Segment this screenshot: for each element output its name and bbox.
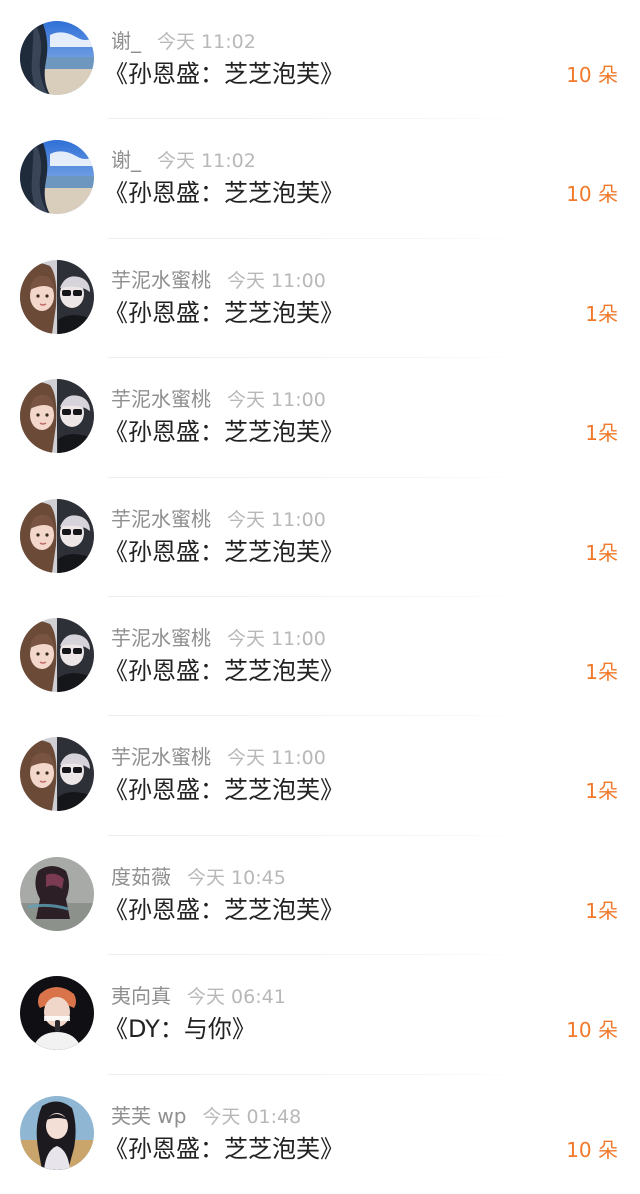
flower-count: 1朵	[585, 898, 618, 923]
flower-count: 10 朵	[566, 1018, 618, 1043]
song-title: 《孙恩盛：芝芝泡芙》	[104, 60, 344, 88]
avatar-image	[20, 617, 94, 692]
timestamp: 今天 01:48	[202, 1105, 302, 1128]
avatar[interactable]	[20, 856, 94, 931]
avatar-image	[20, 21, 94, 95]
timestamp: 今天 11:00	[227, 269, 326, 292]
timestamp: 今天 10:45	[187, 866, 286, 889]
item-meta: 芋泥水蜜桃 今天 11:00	[111, 267, 326, 293]
list-item[interactable]: 芙芙 wp 今天 01:48 《孙恩盛：芝芝泡芙》 10 朵	[0, 1075, 640, 1194]
avatar[interactable]	[20, 976, 94, 1051]
flower-count: 10 朵	[566, 63, 618, 87]
user-name[interactable]: 芋泥水蜜桃	[111, 387, 211, 411]
list-item[interactable]: 芋泥水蜜桃 今天 11:00 《孙恩盛：芝芝泡芙》 1朵	[0, 358, 640, 478]
user-name[interactable]: 夷向真	[111, 984, 171, 1008]
item-meta: 谢_ 今天 11:02	[111, 147, 256, 173]
avatar[interactable]	[20, 498, 94, 573]
song-title: 《DY：与你》	[104, 1015, 256, 1044]
timestamp: 今天 06:41	[187, 986, 286, 1009]
avatar[interactable]	[20, 21, 94, 95]
song-title: 《孙恩盛：芝芝泡芙》	[104, 418, 344, 447]
list-item[interactable]: 谢_ 今天 11:02 《孙恩盛：芝芝泡芙》 10 朵	[0, 0, 640, 120]
song-title: 《孙恩盛：芝芝泡芙》	[104, 179, 344, 208]
avatar-image	[20, 379, 94, 454]
list-item[interactable]: 芋泥水蜜桃 今天 11:00 《孙恩盛：芝芝泡芙》 1朵	[0, 478, 640, 597]
item-meta: 芋泥水蜜桃 今天 11:00	[111, 625, 326, 651]
item-meta: 芋泥水蜜桃 今天 11:00	[111, 744, 326, 770]
avatar[interactable]	[20, 1095, 94, 1170]
list-item[interactable]: 度茹薇 今天 10:45 《孙恩盛：芝芝泡芙》 1朵	[0, 836, 640, 956]
flower-count: 1朵	[585, 301, 618, 326]
item-meta: 夷向真 今天 06:41	[111, 983, 286, 1009]
gift-list: 谢_ 今天 11:02 《孙恩盛：芝芝泡芙》 10 朵 谢_ 今天 11:02 《孙…	[0, 0, 640, 1194]
avatar-image	[20, 856, 94, 931]
avatar-image	[20, 737, 94, 812]
avatar[interactable]	[20, 379, 94, 454]
user-name[interactable]: 谢_	[111, 29, 141, 53]
song-title: 《孙恩盛：芝芝泡芙》	[104, 776, 344, 805]
flower-count: 1朵	[585, 779, 618, 804]
user-name[interactable]: 芙芙 wp	[111, 1104, 186, 1128]
timestamp: 今天 11:00	[227, 508, 326, 531]
user-name[interactable]: 芋泥水蜜桃	[111, 268, 211, 292]
song-title: 《孙恩盛：芝芝泡芙》	[104, 298, 344, 327]
avatar[interactable]	[20, 737, 94, 812]
list-item[interactable]: 夷向真 今天 06:41 《DY：与你》 10 朵	[0, 955, 640, 1075]
avatar-image	[20, 1095, 94, 1170]
user-name[interactable]: 芋泥水蜜桃	[111, 745, 211, 769]
timestamp: 今天 11:00	[227, 747, 326, 770]
avatar[interactable]	[20, 617, 94, 692]
flower-count: 10 朵	[566, 182, 618, 207]
avatar-image	[20, 498, 94, 573]
flower-count: 1朵	[585, 421, 618, 446]
song-title: 《孙恩盛：芝芝泡芙》	[104, 537, 344, 566]
flower-count: 1朵	[585, 540, 618, 565]
item-meta: 谢_ 今天 11:02	[111, 28, 256, 54]
item-meta: 芋泥水蜜桃 今天 11:00	[111, 386, 326, 412]
user-name[interactable]: 芋泥水蜜桃	[111, 507, 211, 531]
song-title: 《孙恩盛：芝芝泡芙》	[104, 895, 344, 924]
user-name[interactable]: 谢_	[111, 148, 141, 172]
list-item[interactable]: 芋泥水蜜桃 今天 11:00 《孙恩盛：芝芝泡芙》 1朵	[0, 716, 640, 836]
list-item[interactable]: 芋泥水蜜桃 今天 11:00 《孙恩盛：芝芝泡芙》 1朵	[0, 239, 640, 359]
item-meta: 芙芙 wp 今天 01:48	[111, 1103, 301, 1129]
timestamp: 今天 11:02	[157, 150, 256, 173]
item-meta: 度茹薇 今天 10:45	[111, 864, 286, 890]
avatar[interactable]	[20, 140, 94, 215]
song-title: 《孙恩盛：芝芝泡芙》	[104, 656, 344, 685]
user-name[interactable]: 度茹薇	[111, 865, 171, 889]
song-title: 《孙恩盛：芝芝泡芙》	[104, 1134, 344, 1163]
list-item[interactable]: 芋泥水蜜桃 今天 11:00 《孙恩盛：芝芝泡芙》 1朵	[0, 597, 640, 717]
avatar-image	[20, 259, 94, 334]
flower-count: 10 朵	[566, 1137, 618, 1162]
timestamp: 今天 11:00	[227, 627, 326, 650]
flower-count: 1朵	[585, 659, 618, 684]
timestamp: 今天 11:00	[227, 389, 326, 412]
list-item[interactable]: 谢_ 今天 11:02 《孙恩盛：芝芝泡芙》 10 朵	[0, 119, 640, 239]
avatar-image	[20, 976, 94, 1051]
timestamp: 今天 11:02	[157, 31, 256, 53]
user-name[interactable]: 芋泥水蜜桃	[111, 626, 211, 650]
avatar[interactable]	[20, 259, 94, 334]
avatar-image	[20, 140, 94, 215]
item-meta: 芋泥水蜜桃 今天 11:00	[111, 506, 326, 532]
